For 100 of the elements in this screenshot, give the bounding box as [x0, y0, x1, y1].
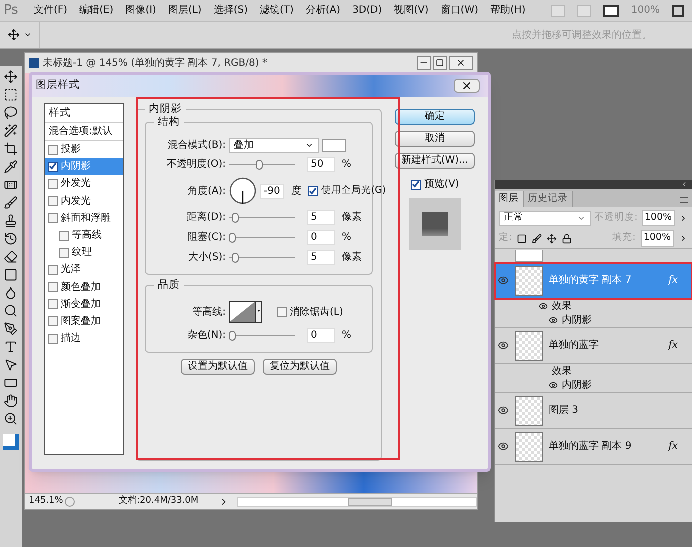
style-item[interactable]: 描边: [45, 330, 123, 348]
slider-thumb[interactable]: [229, 232, 236, 242]
default-button[interactable]: 设置为默认值: [181, 359, 255, 375]
panel-tab[interactable]: 历史记录: [524, 191, 573, 207]
close-icon[interactable]: [454, 79, 480, 93]
menu-item[interactable]: 文件(F): [28, 3, 74, 18]
checkbox[interactable]: [308, 186, 318, 196]
layer-row[interactable]: 单独的蓝字 fx: [495, 328, 692, 364]
pen-icon[interactable]: [4, 322, 18, 336]
lock-position-icon[interactable]: [547, 234, 558, 244]
rectangle-icon[interactable]: [4, 376, 18, 390]
lock-transparency-icon[interactable]: [517, 234, 528, 244]
scroll-thumb[interactable]: [348, 498, 392, 506]
menu-item[interactable]: 窗口(W): [434, 3, 484, 18]
contour-preview-icon[interactable]: [229, 301, 263, 323]
checkbox[interactable]: [48, 144, 58, 155]
dialog-button[interactable]: 取消: [395, 131, 475, 147]
checkbox[interactable]: [48, 334, 58, 344]
checkbox[interactable]: [59, 248, 69, 258]
collapse-icon[interactable]: [681, 181, 688, 188]
style-item[interactable]: 渐变叠加: [45, 296, 123, 313]
minimize-icon[interactable]: [417, 56, 431, 70]
color-swatches-icon[interactable]: [3, 434, 19, 450]
checkbox[interactable]: [410, 180, 421, 190]
value-field[interactable]: -90: [260, 184, 284, 198]
checkbox[interactable]: [48, 213, 58, 224]
hand-icon[interactable]: [4, 394, 18, 408]
slider-thumb[interactable]: [256, 160, 263, 170]
default-button[interactable]: 复位为默认值: [263, 359, 337, 375]
checkbox[interactable]: [277, 307, 287, 317]
slider-thumb[interactable]: [232, 212, 239, 222]
panel-menu-icon[interactable]: [680, 197, 688, 203]
styles-header[interactable]: 样式: [45, 104, 123, 123]
menu-item[interactable]: 视图(V): [388, 3, 435, 18]
style-item[interactable]: 光泽: [45, 261, 123, 278]
pointer-icon[interactable]: [4, 358, 18, 372]
maximize-icon[interactable]: [433, 56, 447, 70]
value-field[interactable]: 50: [307, 157, 335, 172]
angle-dial-icon[interactable]: [229, 177, 257, 205]
checkbox[interactable]: [59, 230, 69, 241]
style-item[interactable]: 斜面和浮雕: [45, 210, 123, 227]
style-item[interactable]: 投影: [45, 141, 123, 158]
effects-fx-icon[interactable]: fx: [668, 439, 678, 454]
brush-icon[interactable]: [4, 196, 18, 210]
eyedropper-icon[interactable]: [4, 160, 18, 174]
style-item[interactable]: 纹理: [45, 244, 123, 262]
effects-fx-icon[interactable]: fx: [668, 338, 678, 353]
style-item[interactable]: 内发光: [45, 192, 123, 210]
style-item[interactable]: 混合选项:默认: [45, 123, 123, 141]
color-swatch[interactable]: [322, 139, 346, 152]
droplet-icon[interactable]: [4, 286, 18, 300]
lasso-icon[interactable]: [4, 106, 18, 120]
checkbox[interactable]: [48, 316, 58, 326]
move-tool-icon[interactable]: [8, 29, 20, 41]
slider-thumb[interactable]: [232, 252, 239, 262]
lock-icon[interactable]: [562, 234, 572, 244]
lock-pixels-icon[interactable]: [532, 234, 542, 244]
bandage-icon[interactable]: [4, 178, 18, 192]
eraser-icon[interactable]: [4, 250, 18, 264]
visibility-eye-icon[interactable]: [498, 405, 509, 416]
type-icon[interactable]: [4, 340, 18, 354]
checkbox[interactable]: [48, 299, 58, 310]
move-icon[interactable]: [4, 70, 18, 84]
visibility-eye-icon[interactable]: [549, 316, 558, 324]
menu-item[interactable]: 图层(L): [162, 3, 208, 18]
history-brush-icon[interactable]: [4, 232, 18, 246]
menu-item[interactable]: 帮助(H): [484, 3, 532, 18]
value-field[interactable]: 0: [307, 328, 335, 343]
value-field[interactable]: 5: [307, 210, 335, 225]
checkbox[interactable]: [48, 196, 58, 206]
panel-tab[interactable]: 图层: [495, 191, 524, 207]
style-item[interactable]: 颜色叠加: [45, 278, 123, 296]
blend-mode-select[interactable]: 叠加: [229, 138, 319, 153]
menu-item[interactable]: 滤镜(T): [254, 3, 300, 18]
crop-icon[interactable]: [4, 142, 18, 156]
checkbox[interactable]: [48, 282, 58, 292]
checkbox[interactable]: [48, 264, 58, 275]
screen-mode-icon[interactable]: [603, 4, 620, 16]
style-item[interactable]: 图案叠加: [45, 312, 123, 330]
style-item[interactable]: 等高线: [45, 226, 123, 244]
checkbox[interactable]: [48, 162, 58, 172]
checkbox[interactable]: [48, 178, 58, 189]
menu-item[interactable]: 分析(A): [300, 3, 347, 18]
visibility-eye-icon[interactable]: [498, 441, 509, 452]
layer-row[interactable]: 单独的蓝字 副本 9 fx: [495, 429, 692, 465]
dialog-button[interactable]: 确定: [395, 109, 475, 125]
opacity-field[interactable]: 100%: [642, 210, 676, 226]
slider-thumb[interactable]: [229, 330, 236, 340]
visibility-eye-icon[interactable]: [549, 380, 558, 390]
stamp-icon[interactable]: [4, 214, 18, 228]
dialog-button[interactable]: 新建样式(W)...: [395, 153, 475, 169]
menu-item[interactable]: 图像(I): [120, 3, 162, 18]
value-field[interactable]: 5: [307, 250, 335, 265]
workspace-icon[interactable]: [672, 4, 684, 16]
blend-mode-select[interactable]: 正常: [499, 210, 591, 226]
wand-icon[interactable]: [4, 124, 18, 138]
zoom-icon[interactable]: [4, 412, 18, 426]
menu-item[interactable]: 编辑(E): [74, 3, 120, 18]
visibility-eye-icon[interactable]: [498, 340, 509, 351]
menu-item[interactable]: 选择(S): [208, 3, 254, 18]
